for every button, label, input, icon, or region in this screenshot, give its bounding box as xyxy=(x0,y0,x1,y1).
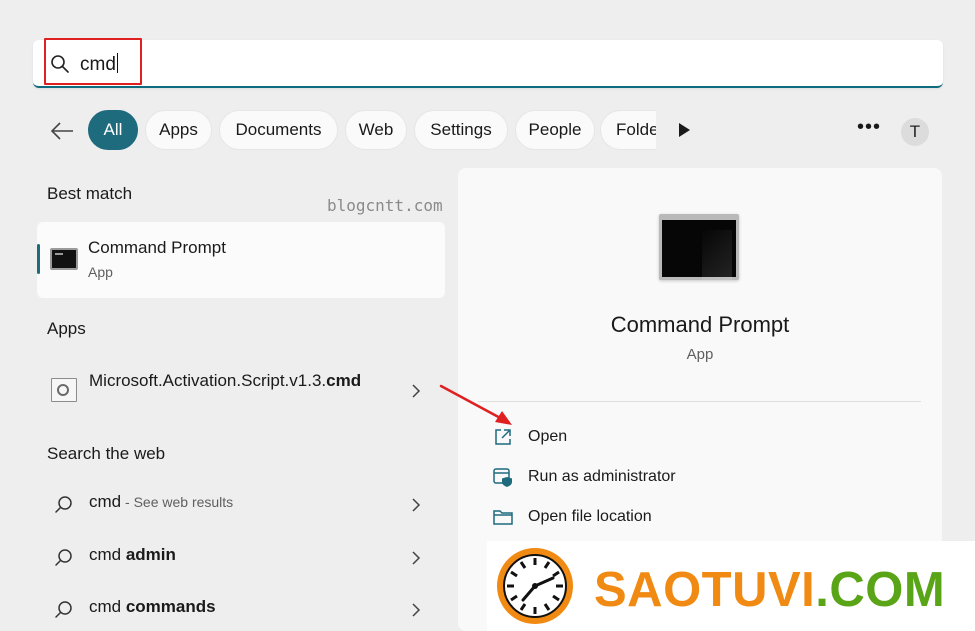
section-title-apps: Apps xyxy=(47,319,86,338)
action-open-file-location[interactable]: Open file location xyxy=(492,505,792,531)
command-prompt-icon xyxy=(50,248,78,270)
chevron-right-icon[interactable] xyxy=(411,603,421,617)
web-result-item[interactable]: cmd admin xyxy=(37,535,445,579)
search-input[interactable] xyxy=(33,40,943,88)
app-result-item[interactable]: Microsoft.Activation.Script.v1.3.cmd xyxy=(37,360,445,424)
web-result-text: cmd admin xyxy=(89,545,176,564)
action-run-as-admin-label: Run as administrator xyxy=(528,468,676,485)
filter-chip-people[interactable]: People xyxy=(515,110,595,150)
action-open-file-location-label: Open file location xyxy=(528,508,652,525)
search-highlight-box xyxy=(44,38,142,85)
web-search-icon xyxy=(55,601,72,618)
chevron-right-icon[interactable] xyxy=(411,384,421,398)
avatar[interactable]: T xyxy=(901,118,929,146)
action-run-as-admin[interactable]: Run as administrator xyxy=(492,465,792,491)
filter-chip-folders-label: Folde xyxy=(616,120,656,139)
selection-indicator xyxy=(37,244,40,274)
chevron-right-icon[interactable] xyxy=(411,498,421,512)
best-match-name: Command Prompt xyxy=(88,238,226,257)
web-result-item[interactable]: cmd - See web results xyxy=(37,482,445,526)
back-arrow-icon[interactable] xyxy=(49,118,75,144)
section-title-search-web: Search the web xyxy=(47,444,166,463)
open-external-icon xyxy=(495,429,511,445)
folder-icon xyxy=(493,510,513,525)
watermark-text: blogcntt.com xyxy=(327,196,443,215)
scroll-right-icon[interactable] xyxy=(677,122,691,138)
filter-chip-all[interactable]: All xyxy=(88,110,138,150)
web-search-icon xyxy=(55,549,72,566)
web-result-text: cmd commands xyxy=(89,597,216,616)
filter-chip-web[interactable]: Web xyxy=(345,110,407,150)
command-prompt-large-icon xyxy=(659,214,739,280)
filter-chip-folders[interactable]: Folde xyxy=(600,110,656,150)
brand-logo-text: SAOTUVI.COM xyxy=(594,563,946,617)
web-result-text: cmd - See web results xyxy=(89,492,234,511)
web-result-item[interactable]: cmd commands xyxy=(37,587,445,631)
best-match-item[interactable]: Command Prompt App xyxy=(37,222,445,298)
action-open-label: Open xyxy=(528,428,568,445)
web-search-icon xyxy=(55,496,72,513)
best-match-type: App xyxy=(88,264,113,280)
action-open[interactable]: Open xyxy=(492,425,792,451)
detail-type: App xyxy=(686,346,714,363)
filter-chip-documents[interactable]: Documents xyxy=(219,110,338,150)
divider xyxy=(478,401,921,402)
app-result-name: Microsoft.Activation.Script.v1.3.cmd xyxy=(89,371,362,390)
detail-title: Command Prompt xyxy=(610,312,790,337)
clock-logo-icon xyxy=(497,548,573,624)
script-file-icon xyxy=(51,378,77,402)
section-title-best-match: Best match xyxy=(47,184,133,203)
chevron-right-icon[interactable] xyxy=(411,551,421,565)
admin-shield-icon xyxy=(493,468,512,487)
more-options-icon[interactable]: ••• xyxy=(857,117,880,137)
filter-chip-apps[interactable]: Apps xyxy=(145,110,212,150)
annotation-arrow-icon xyxy=(439,384,512,425)
filter-chip-settings[interactable]: Settings xyxy=(414,110,508,150)
